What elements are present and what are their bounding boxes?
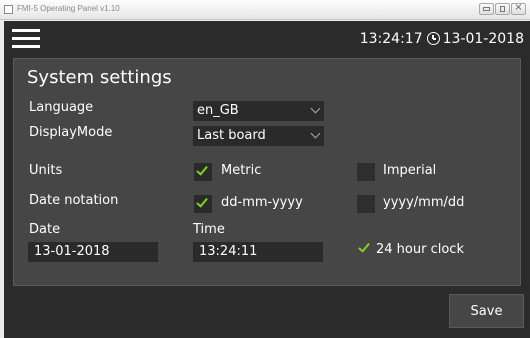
clock-24h-label: 24 hour clock xyxy=(376,242,464,257)
close-icon: × xyxy=(514,2,523,13)
clock-icon xyxy=(426,32,440,45)
date-format-ddmmyyyy-label: dd-mm-yyyy xyxy=(221,195,303,210)
app-surface: 13:24:17 13-01-2018 System settings Langu… xyxy=(4,21,530,338)
language-label: Language xyxy=(29,100,94,115)
checkmark-icon xyxy=(196,195,208,208)
display-mode-value: Last board xyxy=(197,128,266,143)
imperial-checkbox[interactable] xyxy=(357,163,375,181)
clock-24h-checkbox[interactable] xyxy=(356,240,374,258)
top-bar: 13:24:17 13-01-2018 xyxy=(4,21,530,57)
metric-label: Metric xyxy=(221,163,262,178)
date-format-ddmmyyyy-checkbox[interactable] xyxy=(194,195,212,213)
checkmark-icon xyxy=(358,240,370,253)
display-mode-select[interactable]: Last board xyxy=(193,126,324,146)
checkmark-icon xyxy=(196,163,208,176)
date-label: Date xyxy=(29,222,61,237)
date-format-yyyymmdd-checkbox[interactable] xyxy=(357,195,375,213)
units-label: Units xyxy=(29,163,63,178)
window-title: FMI-5 Operating Panel v1.10 xyxy=(17,4,120,13)
date-notation-label: Date notation xyxy=(29,193,119,208)
system-settings-panel: System settings Language en_GB DisplayMo… xyxy=(13,58,521,286)
chevron-down-icon xyxy=(310,103,321,114)
current-date: 13-01-2018 xyxy=(442,31,524,47)
maximize-button[interactable] xyxy=(495,3,510,15)
chevron-down-icon xyxy=(310,128,321,139)
hamburger-icon xyxy=(12,29,40,32)
page-title: System settings xyxy=(27,67,172,88)
close-button[interactable]: × xyxy=(511,2,526,15)
time-label: Time xyxy=(193,222,225,237)
menu-button[interactable] xyxy=(12,29,40,49)
window-titlebar: FMI-5 Operating Panel v1.10 × xyxy=(0,0,530,20)
minimize-button[interactable] xyxy=(479,3,494,15)
minimize-icon xyxy=(483,7,490,11)
imperial-label: Imperial xyxy=(383,163,437,178)
date-field[interactable]: 13-01-2018 xyxy=(28,242,158,262)
language-select[interactable]: en_GB xyxy=(193,101,324,121)
current-time: 13:24:17 xyxy=(359,31,423,47)
metric-checkbox[interactable] xyxy=(194,163,212,181)
window-controls: × xyxy=(479,2,526,15)
app-icon xyxy=(4,5,13,14)
datetime-display: 13:24:17 13-01-2018 xyxy=(360,31,524,47)
save-button[interactable]: Save xyxy=(449,294,524,328)
maximize-icon xyxy=(500,6,505,12)
time-field[interactable]: 13:24:11 xyxy=(193,242,323,262)
date-format-yyyymmdd-label: yyyy/mm/dd xyxy=(383,195,465,210)
language-value: en_GB xyxy=(197,103,239,118)
display-mode-label: DisplayMode xyxy=(29,125,113,140)
